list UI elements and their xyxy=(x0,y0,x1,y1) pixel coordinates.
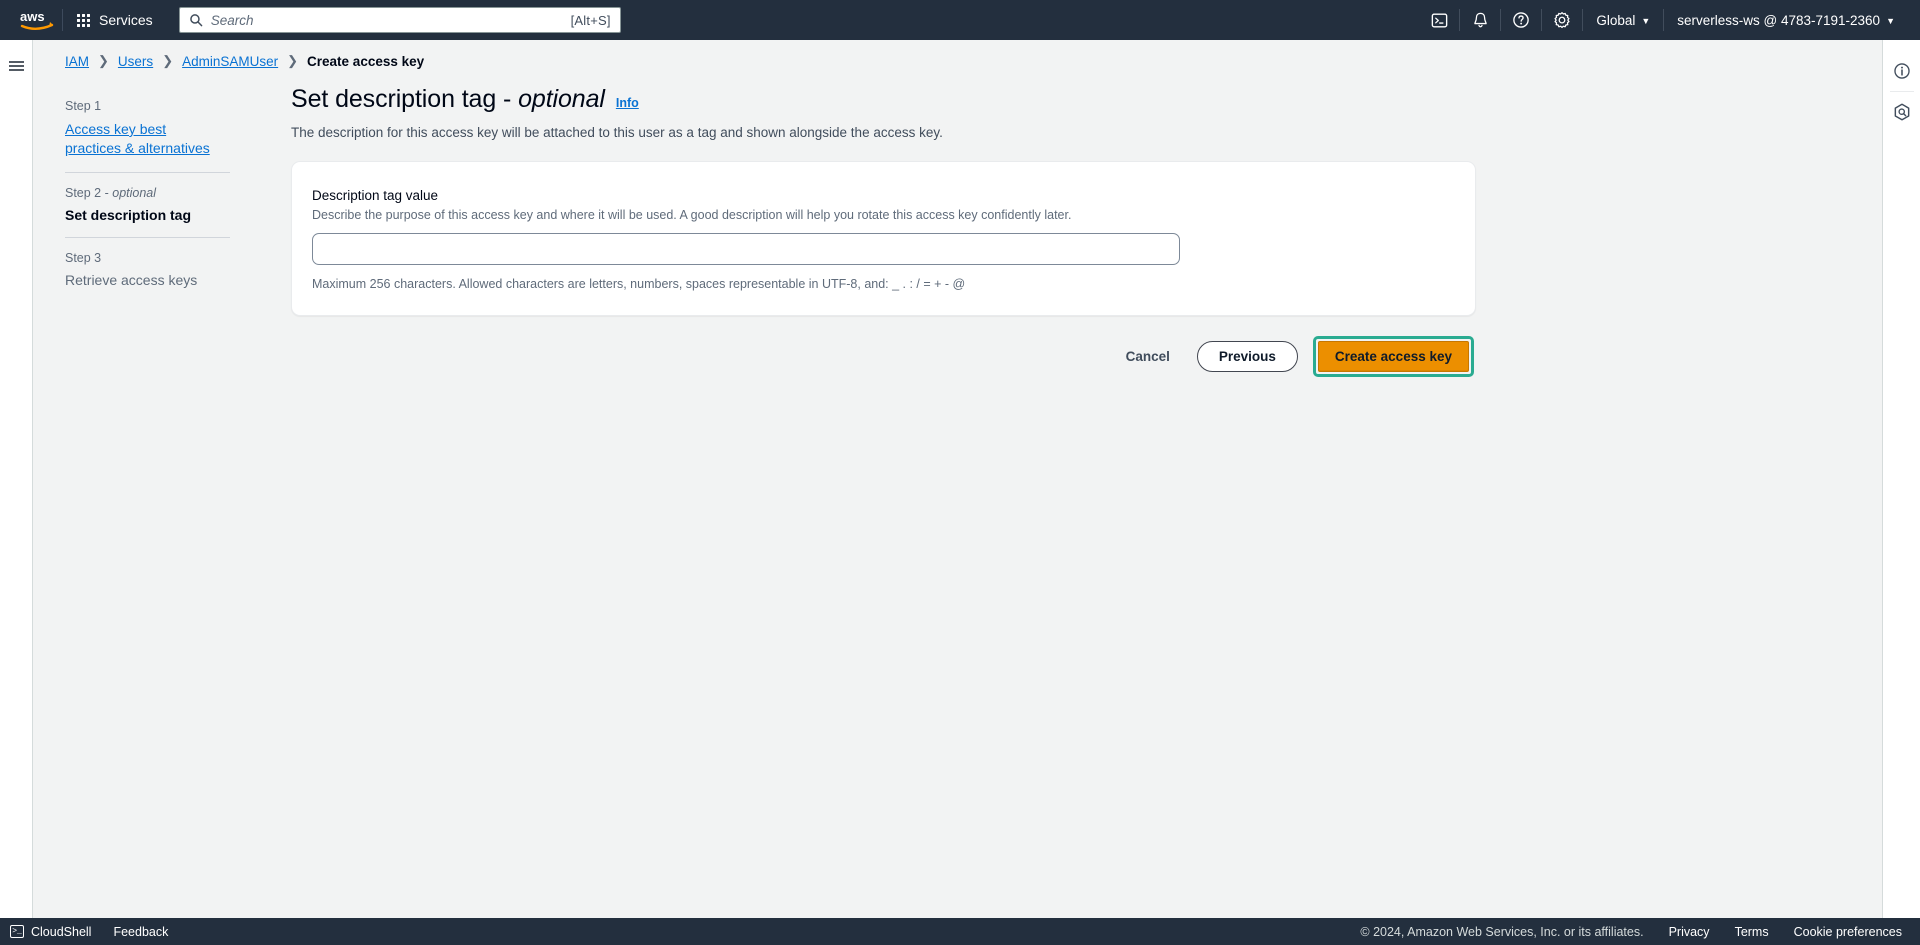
breadcrumb-item-iam[interactable]: IAM xyxy=(65,54,89,69)
page-title: Set description tag - optional xyxy=(291,85,605,113)
description-tag-help: Describe the purpose of this access key … xyxy=(312,208,1072,222)
breadcrumb-separator-icon: ❯ xyxy=(98,53,109,68)
cookie-preferences-link[interactable]: Cookie preferences xyxy=(1794,925,1902,939)
main-content-area: IAM ❯ Users ❯ AdminSAMUser ❯ Create acce… xyxy=(33,40,1882,945)
wizard-steps-navigation: Step 1 Access key best practices & alter… xyxy=(33,85,230,377)
step-1-link[interactable]: Access key best practices & alternatives xyxy=(65,120,223,157)
cloudshell-icon: >_ xyxy=(10,925,24,938)
svg-text:aws: aws xyxy=(20,9,45,24)
page-title-row: Set description tag - optional Info xyxy=(291,85,1562,114)
top-navigation-bar: aws Services [Alt+S] xyxy=(0,0,1920,40)
wizard-step-3: Step 3 Retrieve access keys xyxy=(65,251,223,302)
cloudshell-label: CloudShell xyxy=(31,924,92,939)
step-divider xyxy=(65,236,230,238)
top-nav-right-group: Global ▼ serverless-ws @ 4783-7191-2360 … xyxy=(1419,0,1908,40)
info-circle-icon[interactable] xyxy=(1883,51,1920,91)
nav-divider xyxy=(62,9,63,31)
breadcrumb-item-adminsamuser[interactable]: AdminSAMUser xyxy=(182,54,278,69)
privacy-link[interactable]: Privacy xyxy=(1669,925,1710,939)
aws-logo[interactable]: aws xyxy=(14,6,60,34)
breadcrumb: IAM ❯ Users ❯ AdminSAMUser ❯ Create acce… xyxy=(33,40,1882,69)
create-access-key-highlight: Create access key xyxy=(1312,336,1474,377)
wizard-content: Set description tag - optional Info The … xyxy=(223,85,1882,377)
footer-right-group: © 2024, Amazon Web Services, Inc. or its… xyxy=(1360,925,1902,939)
gear-icon[interactable] xyxy=(1542,0,1582,40)
services-label: Services xyxy=(99,12,153,28)
description-tag-label: Description tag value xyxy=(312,188,439,203)
left-navigation-rail xyxy=(0,40,33,945)
region-selector[interactable]: Global ▼ xyxy=(1583,0,1663,40)
step-1-number: Step 1 xyxy=(65,99,102,113)
cancel-button[interactable]: Cancel xyxy=(1114,343,1182,370)
footer-left-group: >_ CloudShell Feedback xyxy=(10,925,168,939)
footer-bar: >_ CloudShell Feedback © 2024, Amazon We… xyxy=(0,918,1920,945)
hamburger-menu-icon[interactable] xyxy=(0,50,33,82)
right-utility-rail xyxy=(1882,40,1920,945)
step-divider xyxy=(65,171,230,173)
description-tag-card: Description tag value Describe the purpo… xyxy=(291,161,1476,316)
search-shortcut-hint: [Alt+S] xyxy=(570,12,611,28)
services-menu-button[interactable]: Services xyxy=(65,6,165,34)
chevron-down-icon: ▼ xyxy=(1641,16,1651,26)
previous-button[interactable]: Previous xyxy=(1196,341,1298,372)
account-label: serverless-ws @ 4783-7191-2360 xyxy=(1677,12,1881,28)
bell-icon[interactable] xyxy=(1460,0,1500,40)
step-2-number: Step 2 - optional xyxy=(65,185,157,200)
hexagon-q-icon[interactable] xyxy=(1883,92,1920,132)
region-label: Global xyxy=(1596,12,1636,28)
wizard-action-buttons: Cancel Previous Create access key xyxy=(291,336,1476,377)
copyright-text: © 2024, Amazon Web Services, Inc. or its… xyxy=(1360,924,1644,939)
wizard-step-2: Step 2 - optional Set description tag xyxy=(65,186,223,237)
page-description: The description for this access key will… xyxy=(291,125,943,140)
wizard-step-1: Step 1 Access key best practices & alter… xyxy=(65,99,223,172)
question-circle-icon[interactable] xyxy=(1501,0,1541,40)
cloudshell-button[interactable]: >_ CloudShell xyxy=(10,925,91,939)
terms-link[interactable]: Terms xyxy=(1735,925,1769,939)
global-search-box[interactable]: [Alt+S] xyxy=(178,7,621,33)
feedback-label: Feedback xyxy=(113,924,169,939)
create-access-key-button[interactable]: Create access key xyxy=(1317,341,1469,372)
description-tag-input[interactable] xyxy=(312,233,1180,265)
breadcrumb-separator-icon: ❯ xyxy=(287,53,299,68)
cloudshell-icon[interactable] xyxy=(1419,0,1459,40)
feedback-button[interactable]: Feedback xyxy=(113,925,168,939)
step-2-title: Set description tag xyxy=(65,206,192,223)
description-tag-constraint: Maximum 256 characters. Allowed characte… xyxy=(312,277,966,291)
app-shell: IAM ❯ Users ❯ AdminSAMUser ❯ Create acce… xyxy=(0,40,1920,945)
search-input[interactable] xyxy=(210,12,563,28)
step-3-title: Retrieve access keys xyxy=(65,271,198,288)
step-3-number: Step 3 xyxy=(65,250,102,265)
breadcrumb-separator-icon: ❯ xyxy=(162,53,174,68)
search-icon xyxy=(189,14,203,27)
chevron-down-icon: ▼ xyxy=(1886,16,1895,26)
breadcrumb-item-users[interactable]: Users xyxy=(118,54,153,69)
breadcrumb-item-current: Create access key xyxy=(307,53,425,69)
grid-icon xyxy=(77,13,90,27)
account-menu[interactable]: serverless-ws @ 4783-7191-2360 ▼ xyxy=(1664,0,1908,40)
wizard-layout: Step 1 Access key best practices & alter… xyxy=(33,69,1882,377)
info-link[interactable]: Info xyxy=(616,96,639,110)
